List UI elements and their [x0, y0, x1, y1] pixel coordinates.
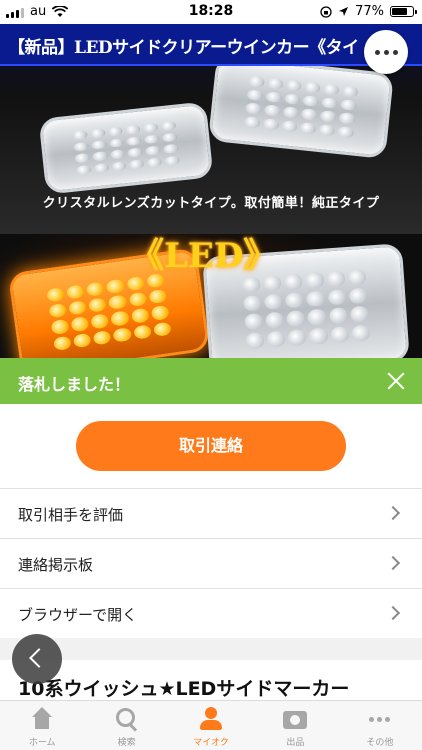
- screen: au 18:28 77% 【新品】LEDサイドクリアーウインカー《タイ クリスタ…: [0, 0, 422, 750]
- more-dot: [374, 49, 380, 55]
- menu-item-label: ブラウザーで開く: [18, 606, 138, 624]
- clear-lamp-image: [207, 54, 395, 160]
- menu-item-rate-partner[interactable]: 取引相手を評価: [0, 489, 422, 539]
- close-icon[interactable]: [384, 369, 408, 393]
- item-title: 10系ウイッシュ★LEDサイドマーカー: [18, 678, 350, 700]
- tab-listing[interactable]: 出品: [253, 701, 337, 750]
- menu-item-open-in-browser[interactable]: ブラウザーで開く: [0, 589, 422, 639]
- tab-my-auction[interactable]: マイオク: [169, 701, 253, 750]
- battery-icon: [390, 6, 417, 17]
- image-title-text: 【新品】LEDサイドクリアーウインカー《タイ: [8, 38, 359, 58]
- menu-list: 取引相手を評価 連絡掲示板 ブラウザーで開く: [0, 488, 422, 639]
- chevron-right-icon: [385, 605, 401, 621]
- transaction-contact-button[interactable]: 取引連絡: [76, 421, 346, 471]
- won-bid-banner: 落札しました！: [0, 358, 422, 404]
- section-divider: [0, 638, 422, 660]
- product-image[interactable]: 【新品】LEDサイドクリアーウインカー《タイ クリスタルレンズカットタイプ。取付…: [0, 24, 422, 380]
- menu-item-label: 連絡掲示板: [18, 556, 94, 574]
- rotation-lock-icon: [320, 5, 332, 18]
- back-button[interactable]: [12, 634, 62, 684]
- menu-item-message-board[interactable]: 連絡掲示板: [0, 539, 422, 589]
- tab-label: その他: [366, 738, 394, 748]
- tab-label: 出品: [286, 738, 305, 748]
- more-icon: [367, 707, 393, 731]
- chevron-left-icon: [29, 648, 49, 668]
- user-icon: [198, 707, 224, 731]
- tab-label: 検索: [117, 738, 136, 748]
- image-title-band: 【新品】LEDサイドクリアーウインカー《タイ: [0, 24, 422, 66]
- home-icon: [29, 707, 55, 731]
- tab-other[interactable]: その他: [338, 701, 422, 750]
- chevron-right-icon: [385, 555, 401, 571]
- menu-item-label: 取引相手を評価: [18, 506, 124, 524]
- contact-area: 取引連絡: [0, 404, 422, 488]
- battery-percent: 77%: [355, 4, 384, 19]
- tab-search[interactable]: 検索: [84, 701, 168, 750]
- more-dot: [392, 49, 398, 55]
- image-led-label: 《LED》: [130, 236, 278, 276]
- won-bid-message: 落札しました！: [18, 375, 131, 394]
- tab-bar: ホーム 検索 マイオク 出品 その他: [0, 700, 422, 750]
- image-caption: クリスタルレンズカットタイプ。取付簡単！純正タイプ: [42, 196, 380, 211]
- location-icon: [339, 7, 349, 16]
- more-options-button[interactable]: [364, 30, 408, 74]
- tab-label: マイオク: [193, 738, 229, 748]
- camera-icon: [282, 707, 308, 731]
- status-bar: au 18:28 77%: [0, 0, 422, 24]
- chevron-right-icon: [385, 505, 401, 521]
- more-dot: [383, 49, 389, 55]
- item-title-area: 10系ウイッシュ★LEDサイドマーカー: [0, 660, 422, 700]
- tab-home[interactable]: ホーム: [0, 701, 84, 750]
- tab-label: ホーム: [28, 738, 56, 748]
- search-icon: [114, 707, 140, 731]
- status-right: 77%: [320, 4, 417, 19]
